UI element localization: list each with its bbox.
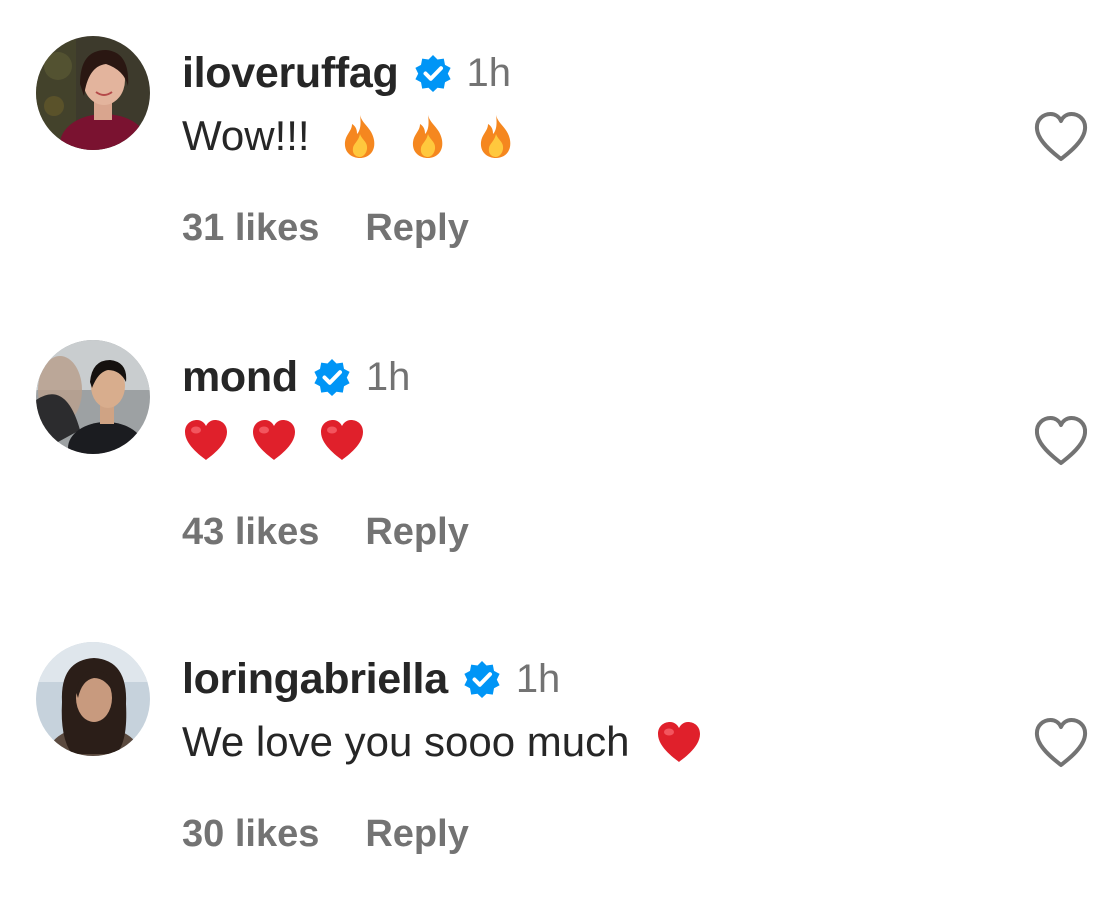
- comment-body: Wow!!!: [182, 106, 540, 166]
- like-count[interactable]: 43 likes: [182, 511, 319, 554]
- comment-actions: 43 likes Reply: [182, 504, 469, 560]
- comment-item: iloveruffag 1h Wow!!! 31 likes Reply: [0, 0, 1120, 260]
- comment-header: loringabriella 1h: [182, 648, 560, 710]
- red-heart-emoji: [182, 416, 230, 464]
- timestamp: 1h: [365, 354, 411, 399]
- avatar[interactable]: [36, 36, 150, 150]
- heart-outline-icon[interactable]: [1032, 716, 1090, 770]
- red-heart-emoji: [655, 718, 703, 766]
- comment-actions: 30 likes Reply: [182, 806, 469, 862]
- reply-button[interactable]: Reply: [365, 207, 468, 250]
- verified-badge-icon: [413, 53, 453, 93]
- comment-text: We love you sooo much: [182, 718, 630, 765]
- avatar[interactable]: [36, 642, 150, 756]
- red-heart-emoji: [318, 416, 366, 464]
- like-count[interactable]: 30 likes: [182, 813, 319, 856]
- reply-button[interactable]: Reply: [365, 511, 468, 554]
- reply-button[interactable]: Reply: [365, 813, 468, 856]
- timestamp: 1h: [515, 656, 561, 701]
- username[interactable]: mond: [182, 353, 298, 402]
- heart-outline-icon[interactable]: [1032, 110, 1090, 164]
- verified-badge-icon: [462, 659, 502, 699]
- comment-item: loringabriella 1h We love you sooo much …: [0, 606, 1120, 866]
- fire-emoji: [336, 112, 384, 160]
- heart-outline-icon[interactable]: [1032, 414, 1090, 468]
- comment-body: We love you sooo much: [182, 712, 723, 772]
- comment-header: iloveruffag 1h: [182, 42, 511, 104]
- avatar[interactable]: [36, 340, 150, 454]
- comment-header: mond 1h: [182, 346, 410, 408]
- fire-emoji: [404, 112, 452, 160]
- comment-text: Wow!!!: [182, 112, 310, 159]
- timestamp: 1h: [466, 50, 512, 95]
- like-count[interactable]: 31 likes: [182, 207, 319, 250]
- username[interactable]: loringabriella: [182, 655, 448, 704]
- comment-actions: 31 likes Reply: [182, 200, 469, 256]
- verified-badge-icon: [312, 357, 352, 397]
- red-heart-emoji: [250, 416, 298, 464]
- comment-body: [182, 410, 386, 470]
- fire-emoji: [472, 112, 520, 160]
- comment-item: mond 1h 43 likes Reply: [0, 304, 1120, 564]
- username[interactable]: iloveruffag: [182, 49, 399, 98]
